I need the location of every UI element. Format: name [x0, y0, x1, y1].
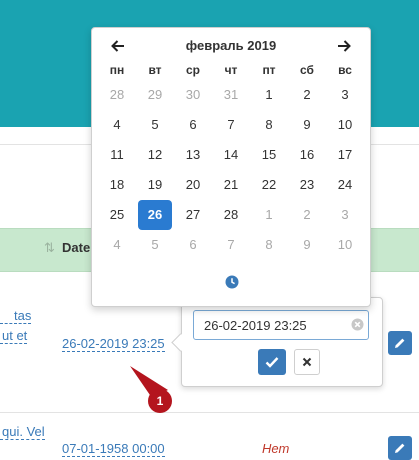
weekday-label: вс [338, 63, 352, 77]
date-column-header[interactable]: Date [62, 240, 90, 255]
calendar-day[interactable]: 20 [176, 170, 210, 200]
clock-icon[interactable] [225, 275, 239, 289]
calendar-day[interactable]: 31 [214, 80, 248, 110]
calendar-day[interactable]: 27 [176, 200, 210, 230]
confirm-button[interactable] [258, 349, 286, 375]
calendar-day[interactable]: 18 [100, 170, 134, 200]
calendar-day[interactable]: 29 [138, 80, 172, 110]
calendar-day[interactable]: 1 [252, 80, 286, 110]
calendar-day[interactable]: 6 [176, 110, 210, 140]
check-icon [265, 357, 279, 368]
arrow-right-icon[interactable] [336, 38, 352, 54]
calendar-day[interactable]: 6 [176, 230, 210, 260]
calendar-day[interactable]: 19 [138, 170, 172, 200]
calendar-day[interactable]: 10 [328, 110, 362, 140]
clear-icon[interactable] [351, 318, 364, 331]
calendar-day[interactable]: 11 [100, 140, 134, 170]
calendar-day[interactable]: 21 [214, 170, 248, 200]
pencil-icon [395, 443, 405, 453]
calendar-day[interactable]: 16 [290, 140, 324, 170]
weekday-label: пн [109, 63, 125, 77]
calendar-day[interactable]: 25 [100, 200, 134, 230]
calendar-day[interactable]: 17 [328, 140, 362, 170]
weekday-label: вт [148, 63, 162, 77]
row-1-date-link[interactable]: 26-02-2019 23:25 [62, 336, 165, 352]
selected-day[interactable]: 26 [138, 200, 172, 230]
callout-badge: 1 [148, 389, 172, 413]
calendar-day[interactable]: 9 [290, 230, 324, 260]
sort-icon[interactable]: ⇅ [44, 240, 55, 256]
calendar-day[interactable]: 2 [290, 80, 324, 110]
row-1-edit-button[interactable] [388, 331, 412, 355]
calendar-day[interactable]: 14 [214, 140, 248, 170]
calendar-day[interactable]: 5 [138, 110, 172, 140]
calendar-day[interactable]: 7 [214, 110, 248, 140]
calendar-day[interactable]: 8 [252, 230, 286, 260]
arrow-left-icon[interactable] [110, 38, 126, 54]
cancel-button[interactable] [294, 349, 320, 375]
calendar-day[interactable]: 24 [328, 170, 362, 200]
row-1-text-line-1[interactable]: tas [0, 308, 32, 324]
calendar-day[interactable]: 8 [252, 110, 286, 140]
calendar-day[interactable]: 10 [328, 230, 362, 260]
calendar-day[interactable]: 2 [290, 200, 324, 230]
calendar-day[interactable]: 13 [176, 140, 210, 170]
calendar-day[interactable]: 3 [328, 80, 362, 110]
calendar-day[interactable]: 7 [214, 230, 248, 260]
datepicker-month-title[interactable]: февраль 2019 [152, 38, 310, 53]
calendar-day[interactable]: 4 [100, 230, 134, 260]
row-2-status: Нет [262, 441, 290, 456]
calendar-day[interactable]: 9 [290, 110, 324, 140]
datepicker-popup: февраль 2019 пн вт ср чт пт сб вс 28 29 30 31 1 2 3 4… [91, 27, 371, 307]
row-2-text-link[interactable]: qui. Vel [0, 424, 45, 440]
calendar-day[interactable]: 1 [252, 200, 286, 230]
calendar-day[interactable]: 28 [100, 80, 134, 110]
datepicker-header: февраль 2019 [92, 28, 370, 64]
calendar-day[interactable]: 3 [328, 200, 362, 230]
weekday-label: ср [185, 63, 200, 77]
close-icon [302, 357, 312, 367]
calendar-day[interactable]: 15 [252, 140, 286, 170]
row-1-text-line-2[interactable]: ut et [0, 328, 28, 344]
weekday-label: пт [262, 63, 276, 77]
pencil-icon [395, 338, 405, 348]
weekday-label: чт [224, 63, 238, 77]
row-2-edit-button[interactable] [388, 436, 412, 460]
row-separator [0, 412, 419, 413]
calendar-day[interactable]: 28 [214, 200, 248, 230]
date-input[interactable] [193, 310, 369, 340]
calendar-day[interactable]: 5 [138, 230, 172, 260]
calendar-day[interactable]: 23 [290, 170, 324, 200]
calendar-day[interactable]: 12 [138, 140, 172, 170]
calendar-day[interactable]: 4 [100, 110, 134, 140]
calendar-day[interactable]: 30 [176, 80, 210, 110]
weekday-label: сб [300, 63, 314, 77]
calendar-day[interactable]: 22 [252, 170, 286, 200]
